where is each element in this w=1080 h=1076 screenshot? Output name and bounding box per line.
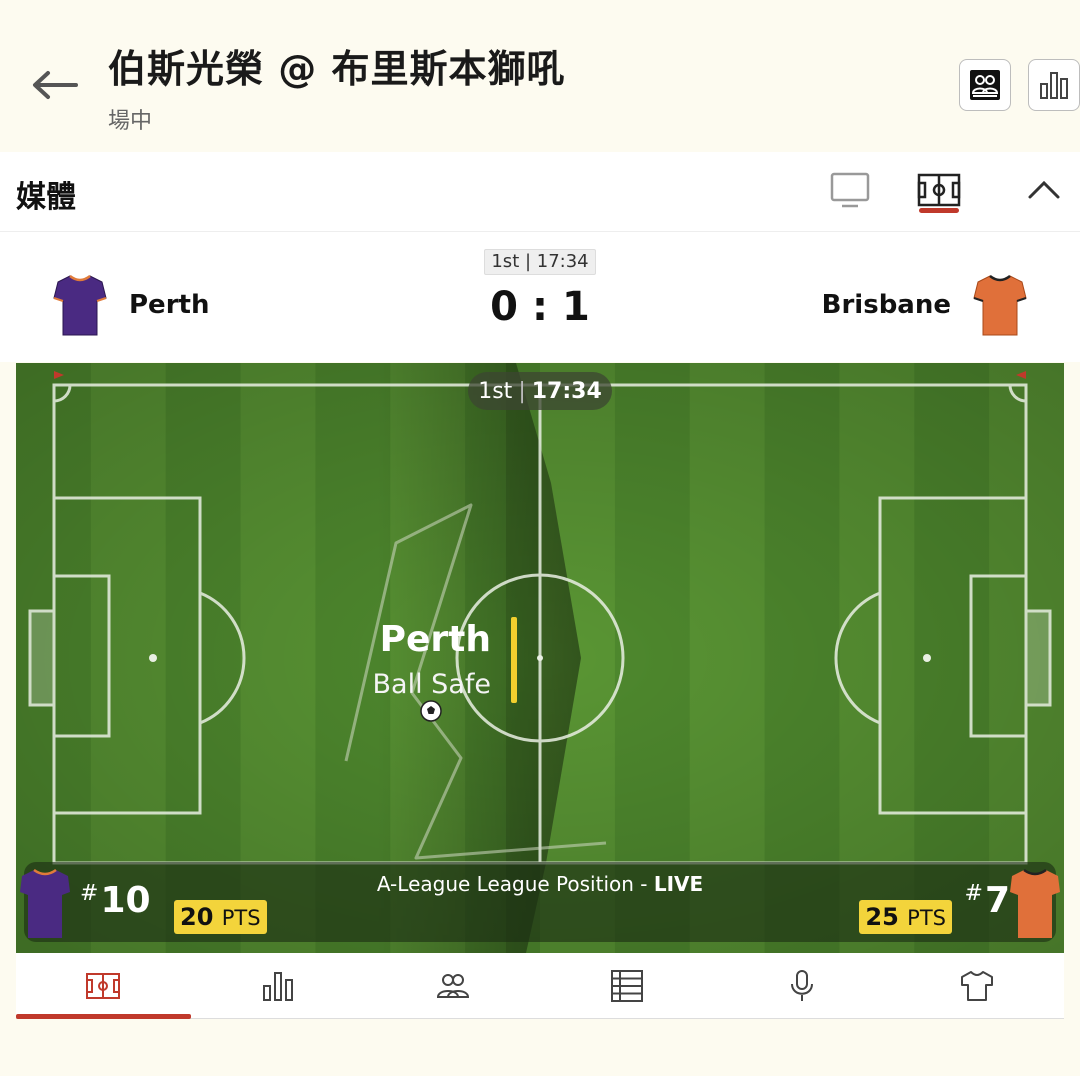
- away-score: 1: [562, 284, 590, 330]
- media-title: 媒體: [16, 180, 76, 215]
- score-display: 0 : 1: [490, 284, 590, 330]
- bottom-tab-bar: [16, 953, 1064, 1019]
- away-rank-value: 7: [984, 880, 1010, 921]
- pitch-clock-time: 17:34: [531, 378, 602, 404]
- league-title-text: A-League League Position -: [376, 872, 654, 896]
- back-arrow-icon: [33, 71, 78, 99]
- shirt-icon: [960, 970, 993, 1001]
- event-indicator-bar: [511, 617, 517, 703]
- table-icon: [611, 969, 644, 1002]
- tab-lineups[interactable]: [365, 953, 540, 1018]
- microphone-icon: [791, 969, 814, 1001]
- away-points-value: 25: [865, 903, 899, 931]
- pitch-tracker-button[interactable]: [917, 168, 961, 212]
- home-points-badge: 20 PTS: [174, 900, 267, 934]
- match-title: 伯斯光榮 @ 布里斯本獅吼: [108, 47, 566, 91]
- away-rank-hash: #: [964, 881, 983, 906]
- league-live-label: LIVE: [653, 872, 704, 896]
- stats-bars-icon: [1040, 72, 1068, 99]
- home-points-unit: PTS: [221, 906, 261, 930]
- collapse-media-button[interactable]: [1022, 168, 1066, 212]
- tab-commentary[interactable]: [715, 953, 890, 1018]
- home-jersey-icon: [53, 274, 107, 336]
- away-strip-jersey-icon: [1010, 868, 1060, 938]
- top-header: 伯斯光榮 @ 布里斯本獅吼 場中: [0, 0, 1080, 152]
- away-points-unit: PTS: [907, 906, 946, 930]
- pitch-clock: 1st | 17:34: [468, 372, 612, 410]
- tab-stats[interactable]: [191, 953, 366, 1018]
- score-separator: :: [532, 284, 548, 330]
- pitch-icon: [917, 173, 961, 207]
- score-bar: 1st | 17:34 Perth 0 : 1 Brisbane: [0, 232, 1080, 362]
- home-points-value: 20: [180, 903, 214, 931]
- event-description: Ball Safe: [372, 669, 491, 700]
- footer-background: [0, 1020, 1080, 1076]
- stats-button[interactable]: [1028, 59, 1080, 111]
- active-media-indicator: [919, 208, 959, 213]
- pitch-tracker: 1st | 17:34 Perth Ball Safe #10 20 PTS A…: [16, 363, 1064, 953]
- home-score: 0: [490, 284, 518, 330]
- tab-kits[interactable]: [889, 953, 1064, 1018]
- away-points-badge: 25 PTS: [859, 900, 952, 934]
- away-league-rank: #7: [965, 880, 1011, 921]
- league-position-strip: #10 20 PTS A-League League Position - LI…: [20, 862, 1060, 942]
- back-button[interactable]: [28, 62, 80, 108]
- tab-standings[interactable]: [540, 953, 715, 1018]
- pitch-clock-separator: |: [518, 378, 526, 404]
- tab-tracker[interactable]: [16, 953, 191, 1019]
- people-icon: [436, 973, 469, 998]
- away-team-name: Brisbane: [821, 290, 951, 320]
- match-status: 場中: [108, 109, 153, 134]
- tv-button[interactable]: [828, 168, 872, 212]
- pitch-clock-period: 1st: [478, 378, 513, 404]
- period-label: 1st | 17:34: [484, 249, 596, 275]
- league-title: A-League League Position - LIVE: [24, 872, 1056, 896]
- media-bar: 媒體: [0, 152, 1080, 232]
- home-team-name: Perth: [129, 290, 210, 320]
- event-team: Perth: [379, 619, 491, 660]
- pitch-icon: [86, 972, 121, 999]
- chevron-up-icon: [1028, 180, 1060, 199]
- bar-chart-icon: [263, 971, 293, 1001]
- lineup-button[interactable]: [959, 59, 1011, 111]
- lineup-icon: [970, 70, 1000, 100]
- ball-icon: [420, 700, 442, 722]
- tv-icon: [830, 172, 870, 208]
- away-jersey-icon: [973, 274, 1027, 336]
